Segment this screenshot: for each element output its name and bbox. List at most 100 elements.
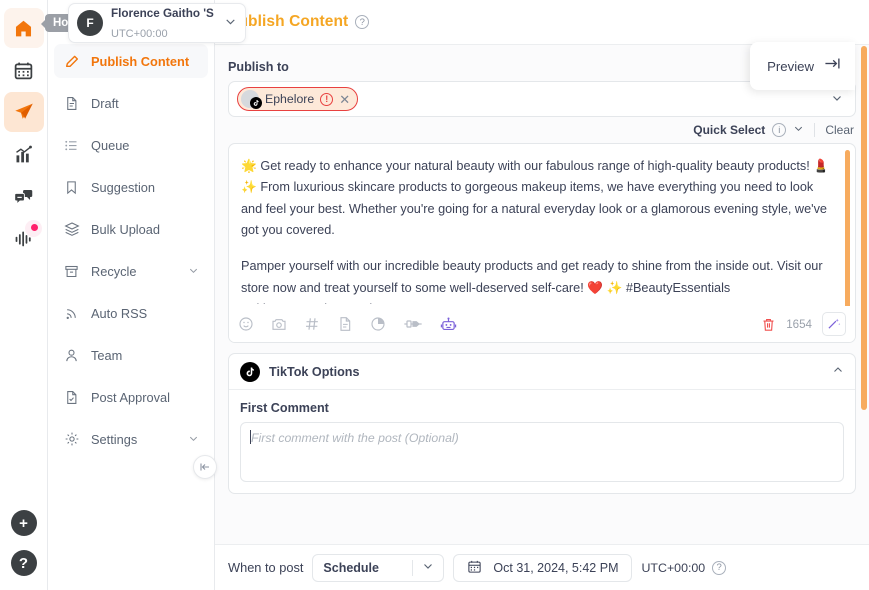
- close-icon[interactable]: ✕: [339, 93, 350, 106]
- exclamation-circle-icon[interactable]: !: [320, 92, 334, 106]
- rail-item-listening[interactable]: [4, 218, 44, 258]
- magic-wand-button[interactable]: [822, 312, 846, 336]
- rail-item-inbox[interactable]: [4, 176, 44, 216]
- datetime-picker[interactable]: Oct 31, 2024, 5:42 PM: [453, 553, 633, 582]
- sidebar-item-settings[interactable]: Settings: [54, 422, 208, 456]
- pie-chart-icon[interactable]: [370, 316, 386, 332]
- chevron-down-icon[interactable]: [413, 560, 443, 575]
- text-caret: [250, 430, 251, 444]
- quick-select-row: Quick Select i Clear: [228, 117, 856, 143]
- chevron-down-icon[interactable]: [224, 15, 237, 31]
- calendar-icon: [14, 62, 33, 79]
- sidebar-item-label: Post Approval: [91, 389, 170, 405]
- post-paragraph: Pamper yourself with our incredible beau…: [241, 259, 823, 304]
- main-content: Publish Content ? Publish to Ephelore ! …: [215, 0, 869, 590]
- sidebar-item-bulk-upload[interactable]: Bulk Upload: [54, 212, 208, 246]
- timezone-value: UTC+00:00: [641, 560, 706, 575]
- sidebar-item-label: Draft: [91, 95, 119, 111]
- rail-item-calendar[interactable]: [4, 50, 44, 90]
- sidebar-item-label: Recycle: [91, 263, 137, 279]
- rail-item-publish[interactable]: [3, 92, 44, 132]
- question-circle-icon[interactable]: ?: [355, 15, 370, 29]
- chat-bubbles-icon: [14, 189, 33, 205]
- sidebar-item-label: Publish Content: [91, 53, 190, 69]
- quick-select-label[interactable]: Quick Select: [693, 123, 765, 137]
- chevron-down-icon[interactable]: [188, 264, 199, 279]
- info-circle-icon[interactable]: i: [772, 123, 787, 137]
- chevron-up-icon[interactable]: [832, 364, 844, 379]
- tiktok-options-header[interactable]: TikTok Options: [229, 354, 855, 390]
- clear-button[interactable]: Clear: [825, 123, 854, 137]
- divider: [814, 123, 816, 137]
- tiktok-icon: [250, 97, 262, 109]
- account-chip-ephelore[interactable]: Ephelore ! ✕: [237, 87, 359, 111]
- workspace-selector[interactable]: F Florence Gaitho 'S ... UTC+00:00: [68, 3, 246, 43]
- camera-icon[interactable]: [271, 316, 287, 332]
- magic-wand-icon: [828, 318, 841, 329]
- datetime-value: Oct 31, 2024, 5:42 PM: [493, 560, 619, 575]
- chevron-down-icon[interactable]: [793, 123, 804, 137]
- arrow-to-line-icon: [824, 55, 841, 77]
- form-body: Publish to Ephelore ! ✕ Quick Select i C…: [215, 45, 869, 590]
- bookmark-icon: [63, 179, 80, 196]
- post-text-area[interactable]: 🌟 Get ready to enhance your natural beau…: [229, 144, 855, 304]
- post-mode-value: Schedule: [323, 560, 379, 575]
- preview-label: Preview: [767, 58, 814, 74]
- pencil-icon: [63, 53, 80, 70]
- plug-icon[interactable]: [403, 316, 423, 332]
- sidebar-item-suggestion[interactable]: Suggestion: [54, 170, 208, 204]
- emoji-icon[interactable]: [238, 316, 254, 332]
- sidebar-item-label: Auto RSS: [91, 305, 148, 321]
- chevron-down-icon[interactable]: [831, 92, 843, 107]
- sidebar-item-label: Bulk Upload: [91, 221, 161, 237]
- rss-icon: [63, 305, 80, 322]
- robot-icon[interactable]: [440, 316, 457, 333]
- nav-sidebar: Publish Content Draft Queue Suggestion B: [48, 0, 217, 590]
- chevron-down-icon[interactable]: [188, 432, 199, 447]
- composer-toolbar: 1654: [229, 306, 855, 342]
- page-scrollbar[interactable]: [861, 46, 867, 410]
- collapse-sidebar-handle[interactable]: [193, 455, 217, 479]
- document-icon: [63, 95, 80, 112]
- document-icon[interactable]: [337, 316, 353, 332]
- post-composer[interactable]: 🌟 Get ready to enhance your natural beau…: [228, 143, 856, 343]
- collapse-left-icon: [200, 463, 209, 471]
- list-icon: [63, 137, 80, 154]
- sidebar-item-publish-content[interactable]: Publish Content: [54, 44, 208, 78]
- bar-chart-icon: [16, 145, 32, 162]
- app-root: + ? Publish Content Draft Queue Suggesti…: [0, 0, 869, 590]
- sidebar-item-auto-rss[interactable]: Auto RSS: [54, 296, 208, 330]
- icon-rail: + ?: [0, 0, 48, 590]
- when-to-post-label: When to post: [228, 560, 304, 575]
- sidebar-item-team[interactable]: Team: [54, 338, 208, 372]
- home-icon: [15, 20, 32, 36]
- sidebar-item-label: Queue: [91, 137, 130, 153]
- avatar: [241, 90, 262, 109]
- rail-item-analytics[interactable]: [4, 134, 44, 174]
- sidebar-item-post-approval[interactable]: Post Approval: [54, 380, 208, 414]
- first-comment-label: First Comment: [240, 401, 329, 415]
- archive-icon: [63, 263, 80, 280]
- help-button[interactable]: ?: [10, 550, 37, 576]
- preview-button[interactable]: Preview: [750, 42, 855, 90]
- paper-plane-icon: [14, 103, 33, 119]
- sidebar-item-recycle[interactable]: Recycle: [54, 254, 208, 288]
- hashtag-icon[interactable]: [304, 316, 320, 332]
- timezone-display: UTC+00:00 ?: [641, 560, 727, 575]
- waveform-icon: [15, 231, 31, 246]
- question-circle-icon[interactable]: ?: [712, 560, 727, 575]
- sidebar-item-queue[interactable]: Queue: [54, 128, 208, 162]
- workspace-timezone: UTC+00:00: [111, 28, 168, 40]
- first-comment-placeholder: First comment with the post (Optional): [251, 431, 459, 445]
- calendar-icon: [467, 559, 482, 577]
- add-button[interactable]: +: [10, 510, 37, 536]
- post-mode-dropdown[interactable]: Schedule: [312, 553, 445, 582]
- tiktok-options-panel: TikTok Options First Comment First comme…: [228, 353, 856, 494]
- workspace-name: Florence Gaitho 'S ...: [111, 7, 216, 21]
- rail-item-home[interactable]: [3, 8, 44, 48]
- layers-icon: [63, 221, 80, 238]
- sidebar-item-draft[interactable]: Draft: [54, 86, 208, 120]
- panel-title: TikTok Options: [269, 364, 360, 379]
- trash-icon[interactable]: [761, 317, 776, 332]
- first-comment-input[interactable]: First comment with the post (Optional): [240, 422, 844, 482]
